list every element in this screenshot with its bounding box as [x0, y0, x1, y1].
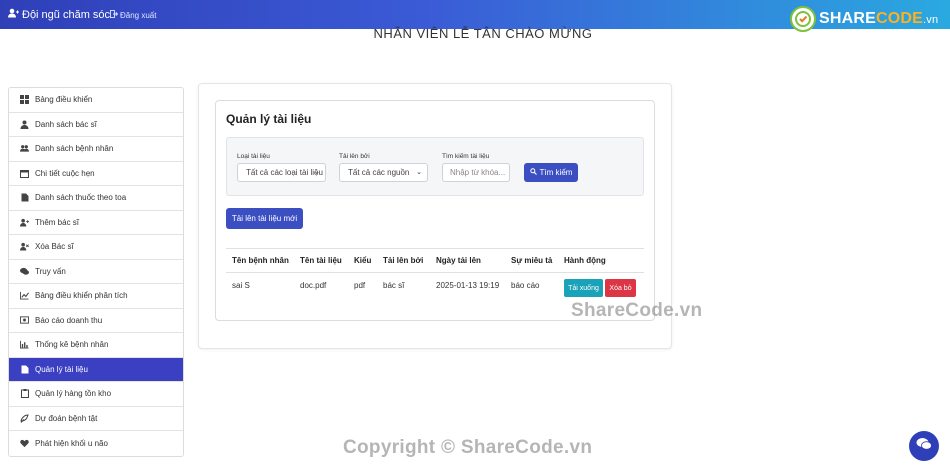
comments-icon — [20, 267, 29, 276]
document-icon — [20, 365, 29, 374]
watermark-center: ShareCode.vn — [571, 300, 703, 321]
sidebar-item-label: Danh sách bác sĩ — [35, 119, 97, 129]
uploaded-by-label: Tải lên bởi — [339, 153, 370, 160]
logout-link[interactable]: Đăng xuất — [110, 10, 156, 20]
predict-icon — [20, 414, 29, 423]
doc-type-select[interactable]: Tất cả các loại tài liệu ⌄ — [237, 163, 326, 182]
money-icon — [20, 316, 29, 325]
user-plus-icon — [8, 8, 19, 21]
sidebar-item[interactable]: Quản lý hàng tồn kho — [9, 382, 183, 407]
chat-icon — [916, 437, 932, 456]
sidebar-item[interactable]: Dự đoán bệnh tật — [9, 407, 183, 431]
uploaded-by-select[interactable]: Tất cả các nguồn ⌄ — [339, 163, 428, 182]
sidebar-item[interactable]: Thống kê bệnh nhân — [9, 333, 183, 358]
sidebar-item[interactable]: Danh sách bệnh nhân — [9, 137, 183, 162]
chevron-down-icon: ⌄ — [314, 169, 320, 176]
sidebar-item-label: Báo cáo doanh thu — [35, 315, 103, 325]
search-icon — [529, 168, 537, 177]
chevron-down-icon: ⌄ — [416, 169, 422, 176]
col-document-name: Tên tài liệu — [300, 256, 342, 265]
clipboard-icon — [20, 389, 29, 399]
sidebar-item-label: Dự đoán bệnh tật — [35, 413, 98, 423]
sidebar-item[interactable]: Quản lý tài liệu — [9, 357, 183, 382]
download-button[interactable]: Tải xuống — [564, 279, 603, 297]
col-upload-date: Ngày tải lên — [436, 256, 481, 265]
chart-line-icon — [20, 291, 29, 300]
users-icon — [20, 144, 29, 153]
sidebar-item[interactable]: Truy vấn — [9, 260, 183, 284]
doc-type-label: Loại tài liệu — [237, 153, 270, 160]
sidebar-item-label: Thêm bác sĩ — [35, 217, 80, 227]
cell-upload-date: 2025-01-13 19:19 — [436, 281, 500, 290]
logout-label: Đăng xuất — [120, 10, 157, 20]
doctor-icon — [20, 120, 29, 129]
user-plus-icon — [20, 218, 29, 227]
dashboard-icon — [20, 95, 29, 105]
user-times-icon — [20, 242, 29, 251]
sidebar-item[interactable]: Danh sách bác sĩ — [9, 113, 183, 137]
delete-button[interactable]: Xóa bỏ — [605, 279, 636, 297]
search-button[interactable]: Tìm kiếm — [524, 163, 578, 182]
search-input[interactable]: Nhập từ khóa... — [442, 163, 510, 182]
brand-label: Đội ngũ chăm sóc — [22, 8, 111, 21]
welcome-heading: NHÂN VIÊN LỄ TÂN CHÀO MỪNG — [373, 26, 593, 41]
sidebar-item[interactable]: Chi tiết cuộc hẹn — [9, 162, 183, 186]
sidebar-menu: Bảng điều khiển Danh sách bác sĩ Danh sách… — [8, 87, 184, 457]
sidebar-item-label: Xóa Bác sĩ — [35, 242, 74, 252]
sidebar-item[interactable]: Danh sách thuốc theo toa — [9, 186, 183, 211]
sidebar-item-label: Danh sách thuốc theo toa — [35, 193, 127, 203]
page-title: Quản lý tài liệu — [226, 112, 312, 126]
sidebar-item[interactable]: Bảng điều khiển — [9, 88, 183, 113]
col-actions: Hành động — [564, 256, 606, 265]
sign-out-icon — [110, 10, 119, 20]
heartbeat-icon — [20, 439, 29, 448]
sidebar-item-label: Bảng điều khiển — [35, 95, 93, 105]
sidebar-item[interactable]: Báo cáo doanh thu — [9, 309, 183, 333]
table-divider — [226, 248, 644, 249]
cell-document-name: doc.pdf — [300, 281, 327, 290]
watermark-bottom: Copyright © ShareCode.vn — [343, 437, 593, 458]
cell-description: báo cáo — [511, 281, 540, 290]
cell-type: pdf — [354, 281, 366, 290]
col-patient-name: Tên bệnh nhân — [232, 256, 289, 265]
col-uploaded-by: Tải lên bởi — [383, 256, 424, 265]
sidebar-item-label: Quản lý tài liệu — [35, 364, 88, 374]
sidebar-item[interactable]: Phát hiện khối u não — [9, 431, 183, 456]
sidebar-item-label: Quản lý hàng tồn kho — [35, 389, 112, 399]
chart-bar-icon — [20, 340, 29, 349]
cell-uploaded-by: bác sĩ — [383, 281, 405, 290]
sidebar-item-label: Phát hiện khối u não — [35, 438, 108, 448]
chat-button[interactable] — [909, 431, 939, 461]
navbar-brand[interactable]: Đội ngũ chăm sóc — [8, 8, 110, 21]
cell-patient-name: sai S — [232, 281, 250, 290]
calendar-icon — [20, 169, 29, 178]
sidebar-item[interactable]: Thêm bác sĩ — [9, 211, 183, 235]
sidebar-item[interactable]: Xóa Bác sĩ — [9, 235, 183, 260]
search-label: Tìm kiếm tài liệu — [442, 153, 490, 160]
sidebar-item-label: Chi tiết cuộc hẹn — [35, 168, 95, 178]
upload-document-button[interactable]: Tải lên tài liệu mới — [226, 208, 303, 229]
sidebar-item-label: Thống kê bệnh nhân — [35, 340, 109, 350]
sidebar-item-label: Bảng điều khiển phân tích — [35, 291, 128, 301]
table-divider — [226, 272, 644, 273]
sidebar-item-label: Truy vấn — [35, 266, 66, 276]
col-type: Kiểu — [354, 256, 372, 265]
sidebar-item-label: Danh sách bệnh nhân — [35, 144, 114, 154]
sidebar-item[interactable]: Bảng điều khiển phân tích — [9, 284, 183, 309]
file-icon — [20, 193, 29, 202]
col-description: Sự miêu tả — [511, 256, 553, 265]
